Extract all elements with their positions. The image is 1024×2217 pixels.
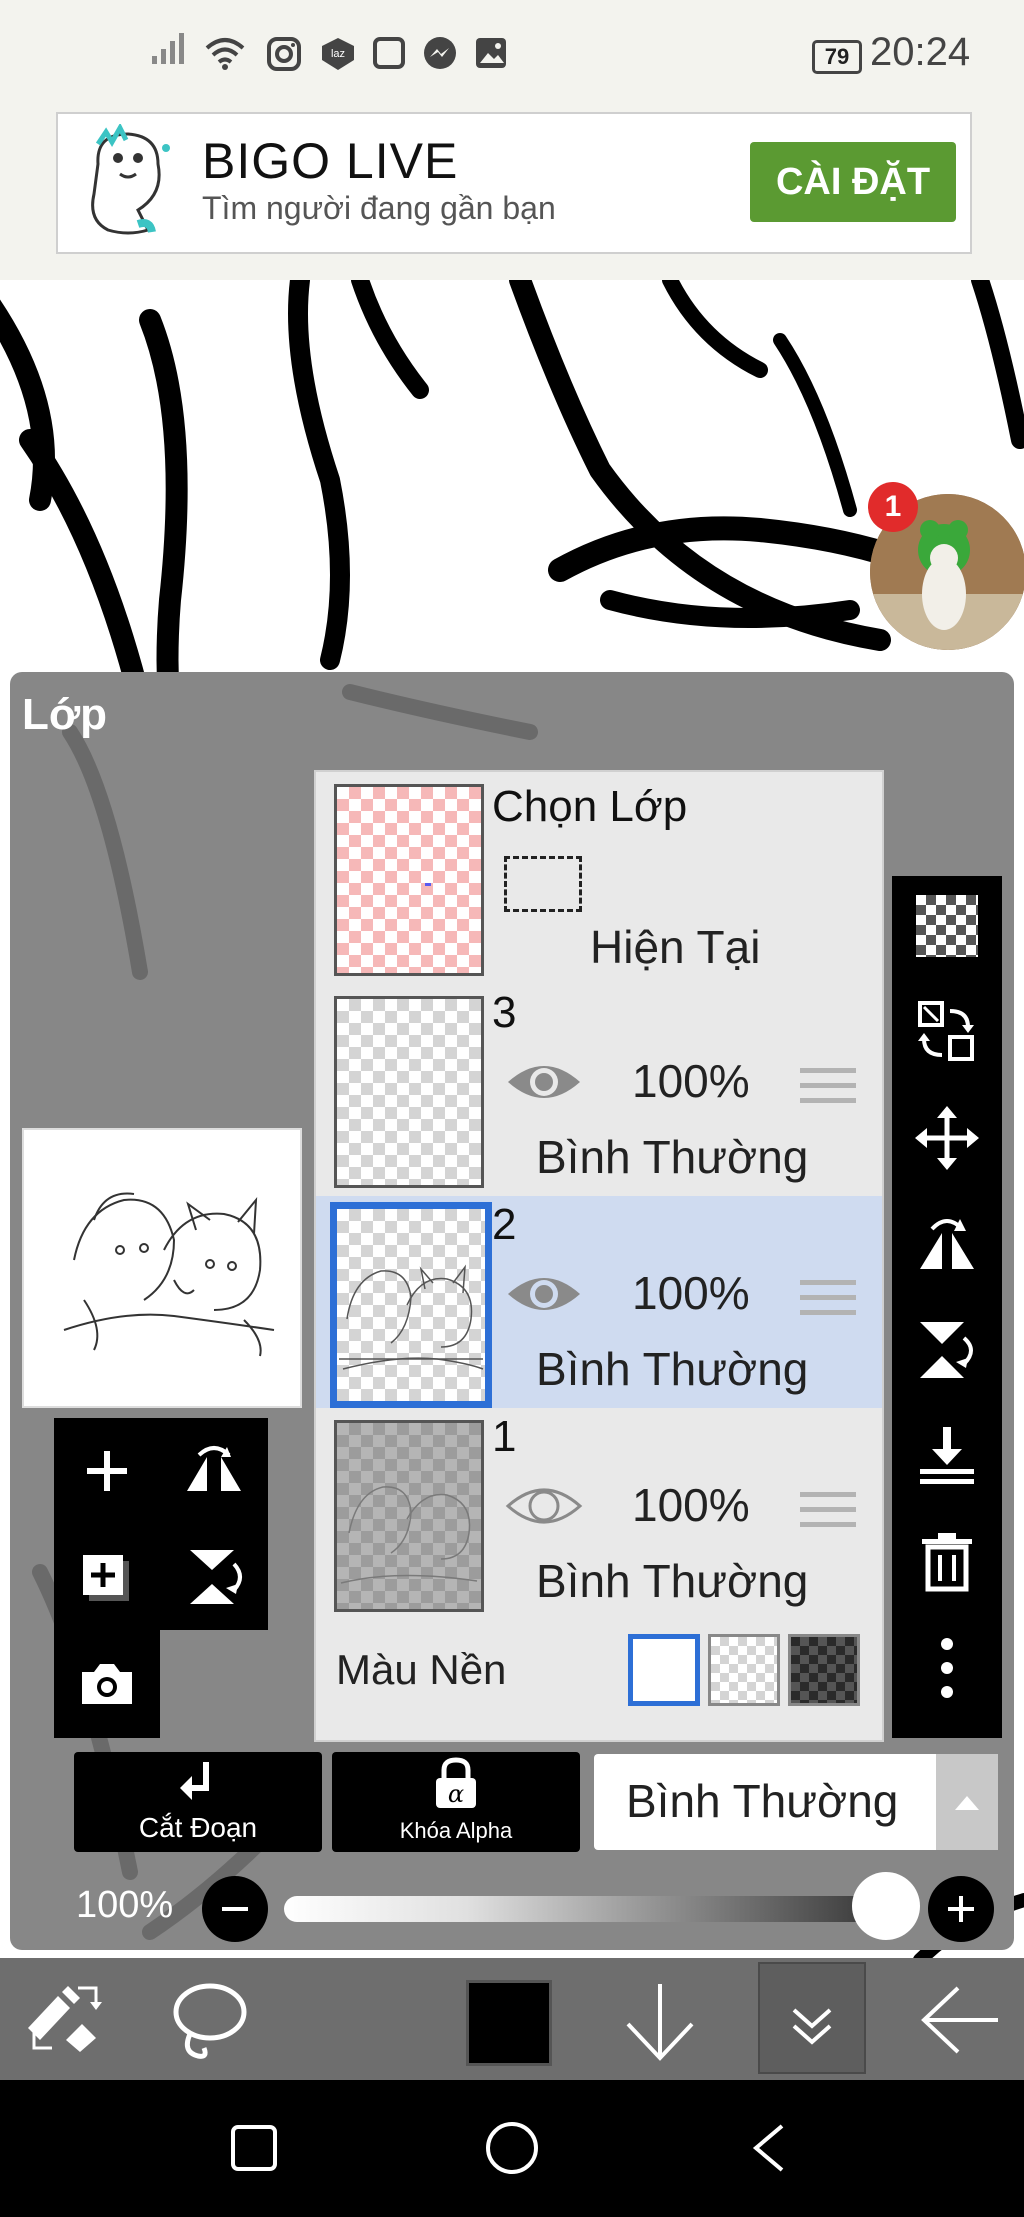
swap-tool-icon[interactable] [22,1982,102,2059]
checker-icon[interactable] [892,876,1002,976]
selection-rect-icon [504,856,582,912]
layer-name: 2 [492,1200,517,1249]
bg-dark-swatch[interactable] [788,1634,860,1706]
background-color-row: Màu Nền [316,1620,882,1740]
opacity-slider-track[interactable] [284,1896,892,1922]
bigo-logo [78,122,182,240]
layer-thumbnail [330,1202,492,1408]
system-nav-bar [0,2080,1024,2217]
gallery-icon [474,36,508,79]
move-icon[interactable] [892,1088,1002,1188]
arrow-down-icon[interactable] [622,1982,698,2067]
layer-row[interactable]: 3 100% Bình Thường [316,984,882,1199]
ad-subtitle: Tìm người đang gần bạn [202,190,556,226]
messenger-icon [422,36,458,81]
layer-row[interactable]: 1 100% Bình Thường [316,1408,882,1623]
svg-text:laz: laz [331,48,345,60]
background-label: Màu Nền [336,1646,507,1693]
opacity-label: 100% [76,1884,174,1926]
layer-opacity: 100% [632,1055,750,1107]
flip-h-icon[interactable] [892,1194,1002,1294]
selection-layer-row[interactable]: Chọn Lớp Hiện Tại [316,772,882,987]
drag-handle-icon[interactable] [800,1280,856,1325]
notification-badge: 1 [868,482,918,532]
layer-list: Chọn Lớp Hiện Tại 3 100% Bình Thường 2 1… [314,770,884,1742]
bg-white-swatch[interactable] [628,1634,700,1706]
clipping-label: Cắt Đoạn [138,1812,258,1843]
drag-handle-icon[interactable] [800,1068,856,1113]
clipping-button[interactable]: Cắt Đoạn [74,1752,322,1852]
panel-title: Lớp [22,690,108,739]
eye-icon[interactable] [504,1266,584,1327]
layer-opacity: 100% [632,1267,750,1319]
eye-icon[interactable] [504,1054,584,1115]
flip-vertical-icon[interactable] [160,1524,268,1630]
camera-icon[interactable] [54,1630,160,1738]
lazada-icon: laz [318,36,358,81]
lock-icon: α [436,1757,476,1808]
canvas-preview[interactable] [22,1128,302,1408]
ad-title: BIGO LIVE [202,133,459,189]
back-arrow-icon[interactable] [918,1986,1002,2059]
layer-blend-mode: Bình Thường [536,1343,809,1395]
install-button[interactable]: CÀI ĐẶT [750,142,956,222]
alpha-lock-button[interactable]: α Khóa Alpha [332,1752,580,1852]
layer-thumbnail [334,996,484,1188]
add-layer-icon[interactable] [54,1418,160,1524]
bottom-toolbar [0,1958,1024,2080]
selection-layer-thumbnail [334,784,484,976]
instagram-icon [266,36,302,81]
selection-layer-title: Chọn Lớp [492,782,688,831]
layer-name: 3 [492,988,517,1037]
square-icon [372,36,406,79]
layer-row-selected[interactable]: 2 100% Bình Thường [316,1196,882,1411]
color-swatch[interactable] [466,1980,552,2066]
trash-icon[interactable] [892,1512,1002,1612]
clock: 20:24 [870,30,971,74]
clip-arrow-icon [180,1762,209,1800]
selection-current-label: Hiện Tại [590,921,761,973]
merge-down-icon[interactable] [892,1406,1002,1506]
recent-apps-icon[interactable] [230,2124,278,2177]
opacity-decrease-button[interactable] [202,1876,268,1942]
opacity-increase-button[interactable] [928,1876,994,1942]
layer-blend-mode: Bình Thường [536,1555,809,1607]
home-icon[interactable] [484,2120,540,2181]
bg-transparent-swatch[interactable] [708,1634,780,1706]
layer-blend-mode: Bình Thường [536,1131,809,1183]
eye-icon-hidden[interactable] [504,1478,584,1539]
battery-indicator: 79 [812,40,862,74]
flip-v-icon[interactable] [892,1300,1002,1400]
svg-text:α: α [448,1780,464,1808]
transfer-icon[interactable] [892,982,1002,1082]
layers-collapse-icon[interactable] [758,1962,866,2074]
layer-opacity: 100% [632,1479,750,1531]
layer-thumbnail [334,1420,484,1612]
layer-mini-tools [54,1418,268,1738]
lasso-icon[interactable] [168,1978,248,2067]
add-folder-icon[interactable] [54,1524,160,1630]
status-bar: laz 79 20:24 [0,0,1024,112]
back-icon[interactable] [750,2122,786,2179]
opacity-slider-thumb[interactable] [852,1872,920,1940]
wifi-icon [204,36,246,79]
chevron-up-icon[interactable] [936,1754,998,1850]
blend-mode-value: Bình Thường [626,1775,899,1827]
layer-name: 1 [492,1412,517,1461]
alpha-lock-label: Khóa Alpha [399,1818,513,1843]
signal-icon [152,30,186,75]
drag-handle-icon[interactable] [800,1492,856,1537]
layer-side-toolbar [892,876,1002,1738]
flip-layer-icon[interactable] [160,1418,268,1524]
more-icon[interactable] [892,1618,1002,1718]
